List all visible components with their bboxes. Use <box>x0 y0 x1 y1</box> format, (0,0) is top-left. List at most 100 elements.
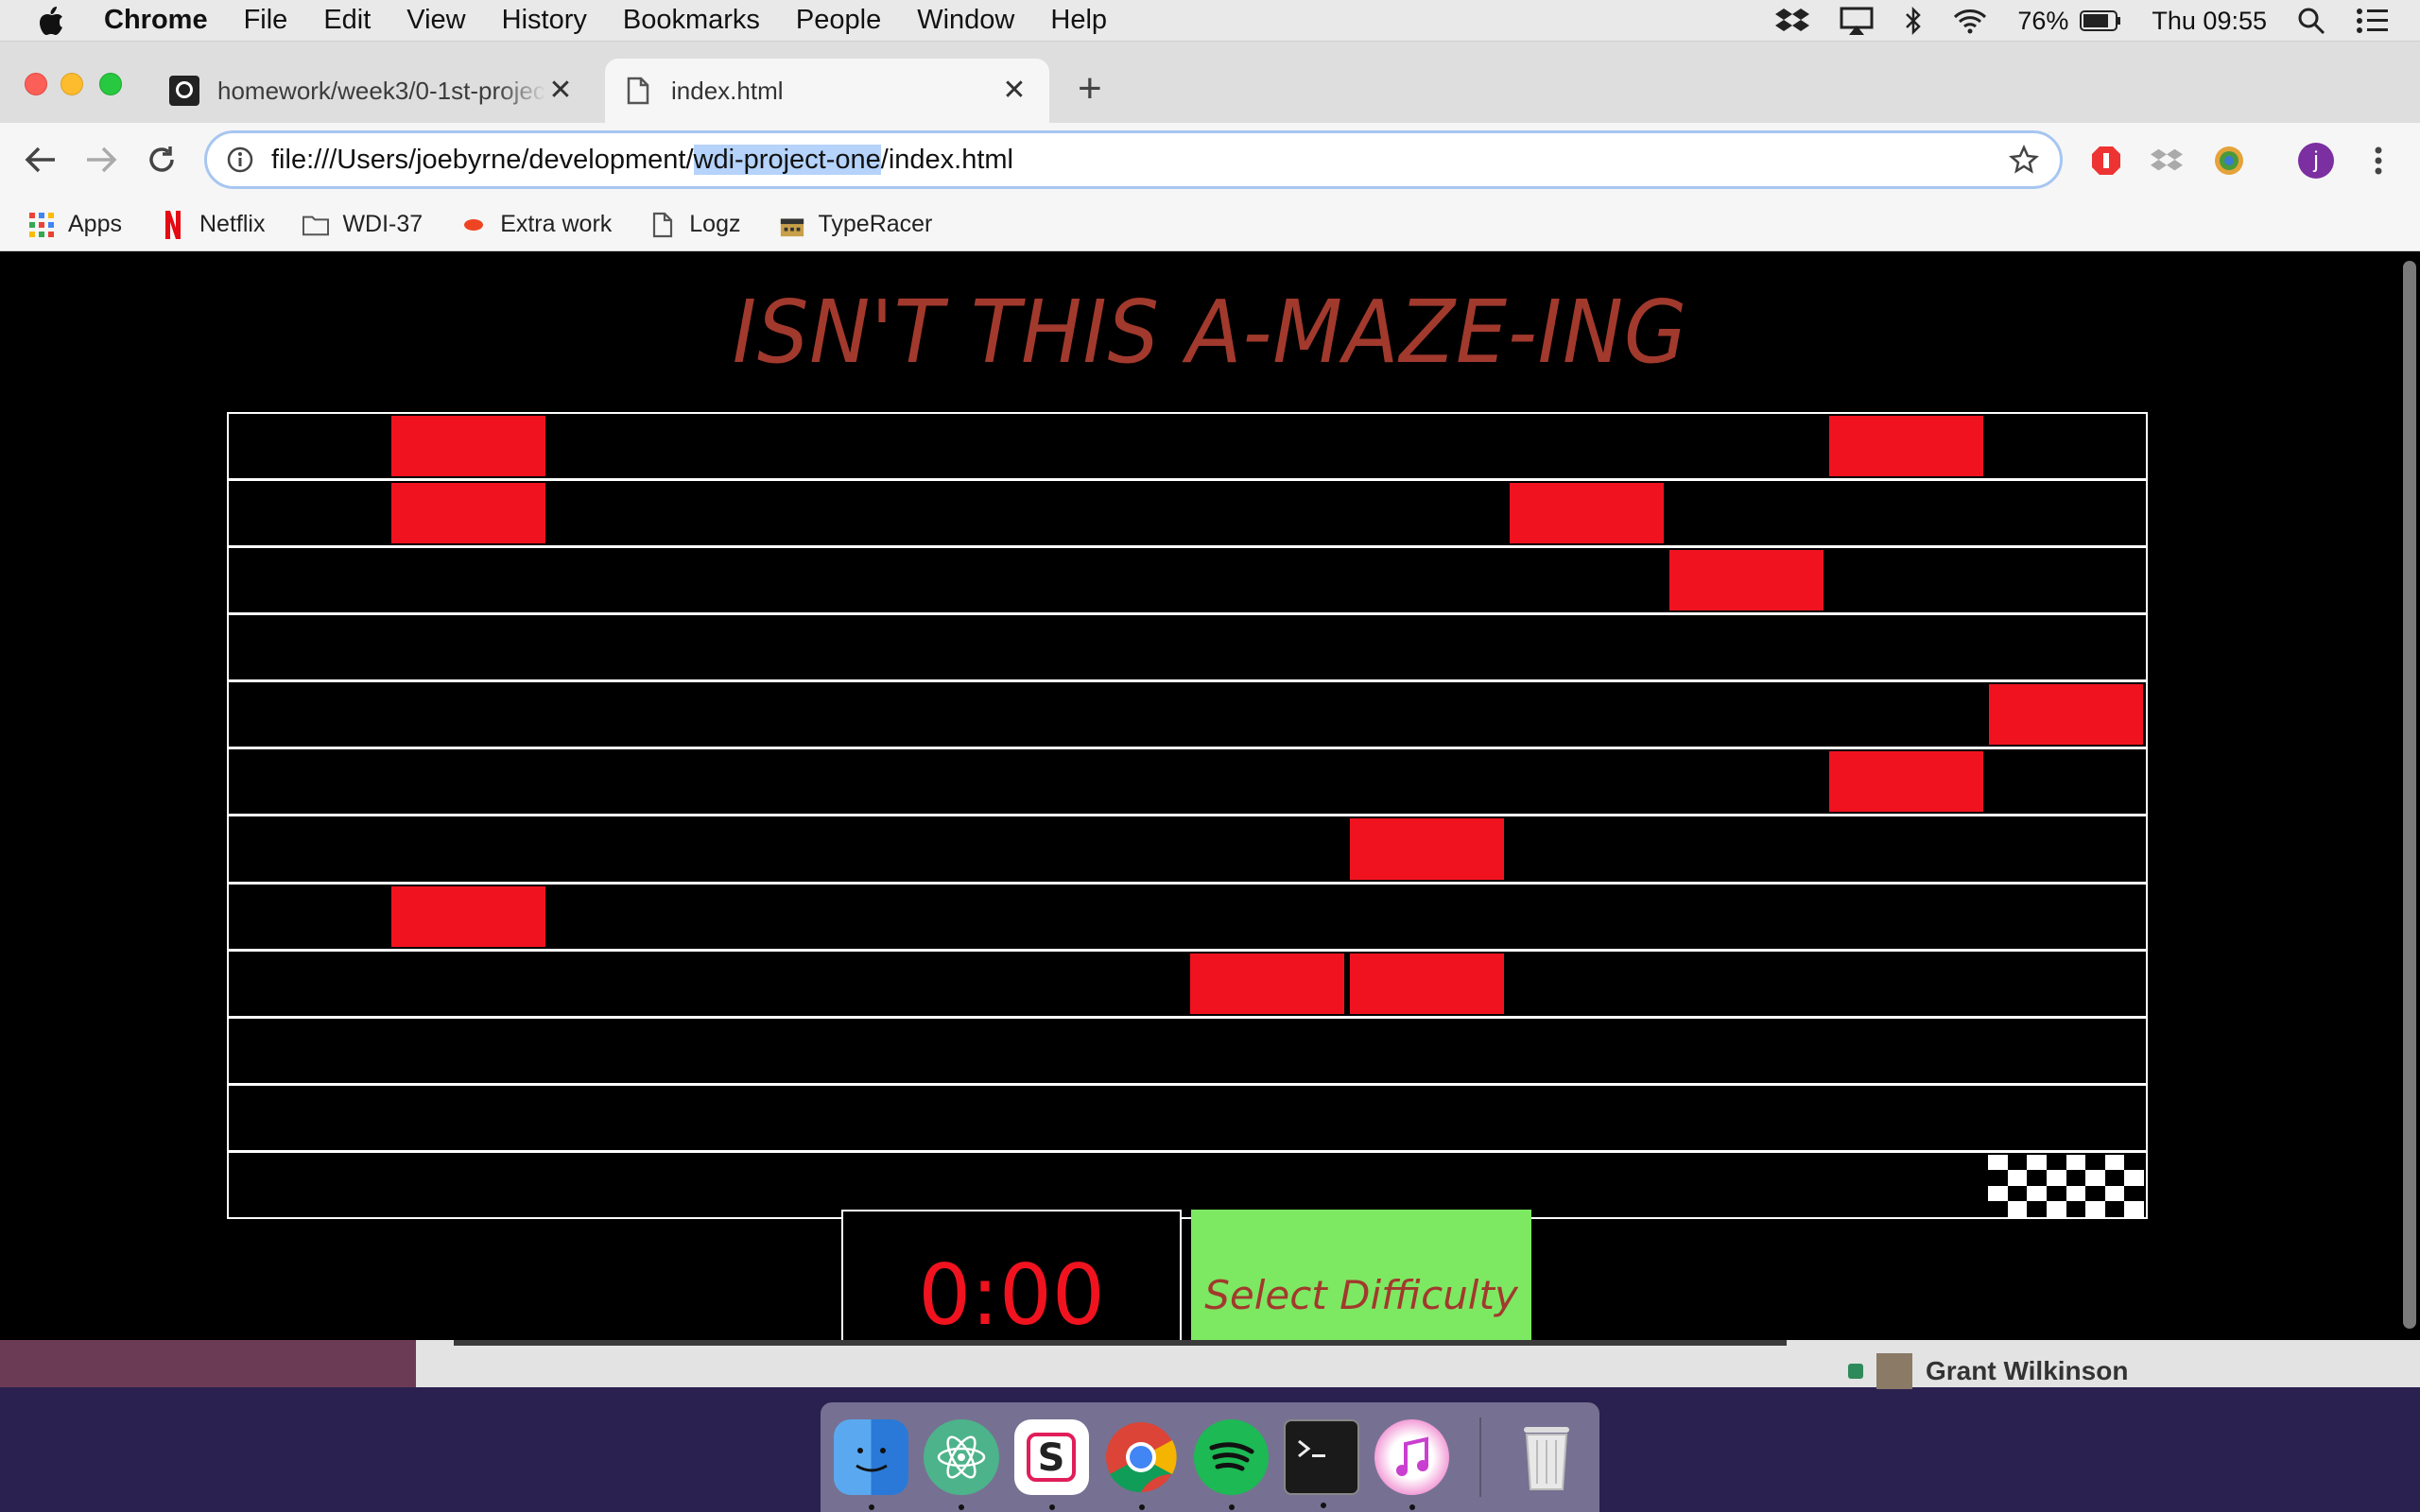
tab-github-homework[interactable]: homework/week3/0-1st-project ✕ <box>151 59 596 123</box>
airplay-icon[interactable] <box>1840 7 1874 35</box>
red-dot-icon <box>460 212 487 238</box>
itunes-icon[interactable] <box>1374 1419 1449 1510</box>
menu-people[interactable]: People <box>796 5 881 36</box>
bluetooth-icon[interactable] <box>1904 6 1923 36</box>
maze-cell <box>229 615 389 679</box>
menu-window[interactable]: Window <box>917 5 1014 36</box>
maze-board[interactable] <box>227 412 2148 1219</box>
menu-bookmarks[interactable]: Bookmarks <box>623 5 760 36</box>
bookmark-netflix[interactable]: Netflix <box>160 210 265 239</box>
maze-cell <box>1826 481 1986 545</box>
globe-extension-icon[interactable] <box>2210 142 2248 180</box>
maze-cell <box>1826 1086 1986 1150</box>
maze-cell <box>868 1153 1028 1217</box>
address-bar[interactable]: file:///Users/joebyrne/development/wdi-p… <box>204 130 2063 189</box>
maze-cell <box>1667 952 1826 1016</box>
bookmark-wdi-37[interactable]: WDI-37 <box>302 211 423 238</box>
close-tab-icon[interactable]: ✕ <box>546 77 575 105</box>
slack-icon[interactable]: S <box>1013 1419 1089 1510</box>
bookmark-apps[interactable]: Apps <box>28 211 122 238</box>
maze-cell <box>1826 548 1986 612</box>
maze-cell <box>708 682 868 747</box>
back-arrow-icon[interactable] <box>19 138 62 181</box>
maze-row <box>229 952 2146 1019</box>
maze-cell <box>548 481 708 545</box>
minimize-window-button[interactable] <box>60 73 83 95</box>
maze-cell <box>1028 414 1187 478</box>
maze-cell <box>1028 481 1187 545</box>
atom-icon[interactable] <box>924 1419 999 1510</box>
menu-file[interactable]: File <box>244 5 288 36</box>
folder-icon <box>302 212 330 238</box>
menu-app-name[interactable]: Chrome <box>104 5 208 36</box>
bookmark-logz[interactable]: Logz <box>649 211 741 238</box>
maze-row <box>229 414 2146 482</box>
menu-view[interactable]: View <box>406 5 465 36</box>
maze-cell <box>1347 414 1507 478</box>
menu-help[interactable]: Help <box>1050 5 1107 36</box>
spotlight-search-icon[interactable] <box>2297 7 2325 35</box>
maze-cell <box>868 885 1028 949</box>
chrome-icon[interactable] <box>1104 1419 1179 1510</box>
maze-cell <box>1028 885 1187 949</box>
select-difficulty-button[interactable]: Select Difficulty <box>1191 1210 1531 1340</box>
maze-cell <box>708 481 868 545</box>
maze-cell <box>1986 885 2146 949</box>
running-indicator <box>1321 1503 1327 1508</box>
chrome-menu-icon[interactable] <box>2360 142 2397 180</box>
trash-icon[interactable] <box>1510 1419 1584 1495</box>
url-prefix: file:///Users/joebyrne/development/ <box>271 144 694 175</box>
new-tab-button[interactable]: + <box>1078 68 1102 110</box>
maze-wall-block <box>1826 749 1986 814</box>
maze-cell <box>1347 885 1507 949</box>
maze-cell <box>1826 682 1986 747</box>
apple-icon[interactable] <box>38 6 66 36</box>
maze-cell <box>1347 615 1507 679</box>
bookmark-label: Logz <box>689 211 741 237</box>
info-icon[interactable] <box>226 146 254 174</box>
terminal-icon[interactable] <box>1284 1419 1359 1508</box>
maze-cell <box>708 952 868 1016</box>
page-scrollbar[interactable] <box>2403 261 2416 1329</box>
maze-cell <box>548 548 708 612</box>
background-contact[interactable]: Grant Wilkinson <box>1848 1353 2128 1389</box>
maze-row <box>229 885 2146 952</box>
tab-index-html[interactable]: index.html ✕ <box>605 59 1049 123</box>
maze-cell <box>1507 414 1667 478</box>
maze-cell <box>1347 1153 1507 1217</box>
finder-icon[interactable] <box>834 1419 909 1510</box>
maze-cell <box>1667 1153 1826 1217</box>
maze-cell <box>229 1019 389 1083</box>
menu-edit[interactable]: Edit <box>323 5 371 36</box>
url-text[interactable]: file:///Users/joebyrne/development/wdi-p… <box>271 144 2007 176</box>
adblock-extension-icon[interactable] <box>2087 142 2125 180</box>
maze-cell <box>229 548 389 612</box>
bookmark-star-icon[interactable] <box>2007 143 2041 177</box>
notification-center-icon[interactable] <box>2356 8 2390 34</box>
close-window-button[interactable] <box>25 73 47 95</box>
dropbox-extension-icon[interactable] <box>2148 142 2186 180</box>
profile-avatar[interactable]: j <box>2297 142 2335 180</box>
maximize-window-button[interactable] <box>99 73 122 95</box>
wifi-icon[interactable] <box>1953 8 1987 34</box>
maze-cell <box>1986 1019 2146 1083</box>
maze-cell <box>389 548 548 612</box>
maze-cell <box>708 749 868 814</box>
maze-cell <box>229 414 389 478</box>
bookmark-extra-work[interactable]: Extra work <box>460 211 612 238</box>
reload-icon[interactable] <box>140 138 183 181</box>
menu-history[interactable]: History <box>502 5 587 36</box>
maze-wall-block <box>389 885 548 949</box>
running-indicator <box>1229 1504 1235 1510</box>
menubar-clock[interactable]: Thu 09:55 <box>2152 7 2267 36</box>
running-indicator <box>1048 1504 1055 1510</box>
maze-wall-block <box>1187 952 1347 1016</box>
battery-icon[interactable] <box>2080 9 2121 32</box>
close-tab-icon[interactable]: ✕ <box>1000 77 1028 105</box>
forward-arrow-icon[interactable] <box>79 138 123 181</box>
maze-cell <box>708 1086 868 1150</box>
bookmark-typeracer[interactable]: TypeRacer <box>779 211 932 238</box>
github-icon <box>168 75 200 107</box>
dropbox-icon[interactable] <box>1775 7 1810 35</box>
spotify-icon[interactable] <box>1194 1419 1270 1510</box>
